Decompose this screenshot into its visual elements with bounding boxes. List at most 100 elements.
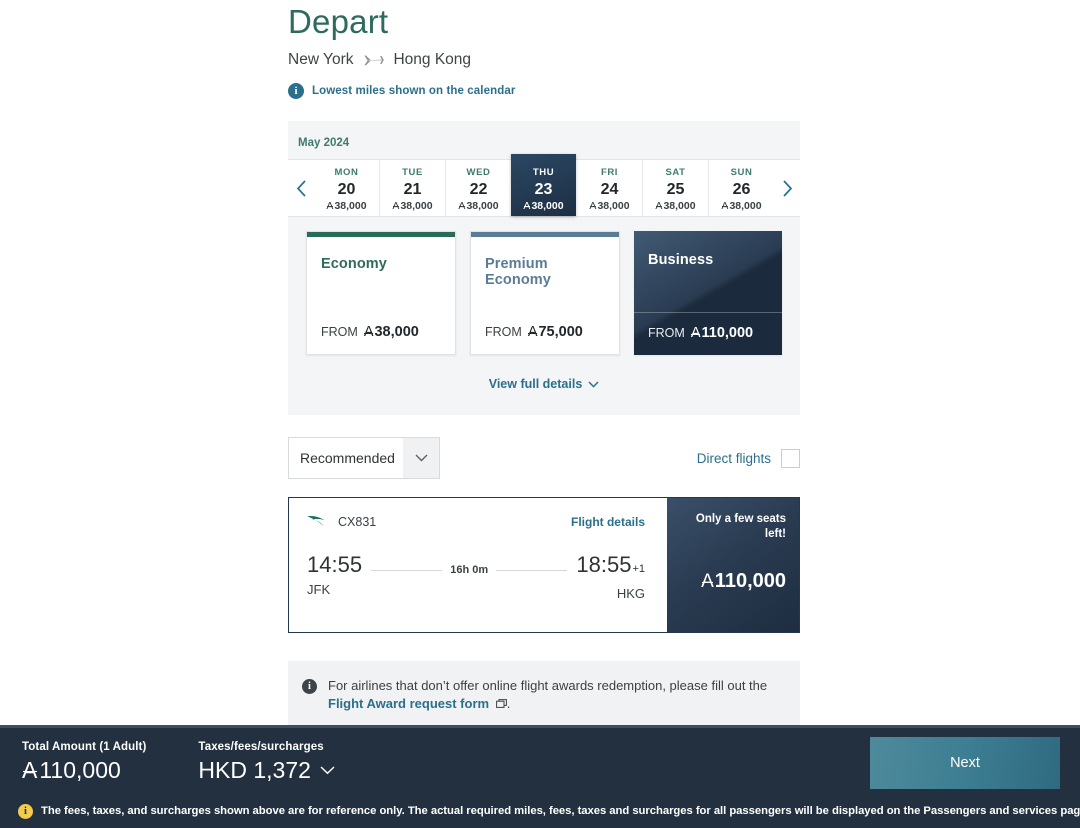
cabin-price-value: 110,000 [701,325,754,341]
sort-select[interactable]: Recommended [288,437,440,479]
seats-left-notice: Only a few seats left! [695,513,786,540]
calendar-day-miles-value: 38,000 [597,200,630,212]
calendar-day-number: 20 [337,181,356,198]
bottom-bar-main: Total Amount (1 Adult) A 110,000 Taxes/fe… [0,728,1080,797]
calendar-day-22[interactable]: WED 22 A 38,000 [445,160,511,216]
calendar-day-24[interactable]: FRI 24 A 38,000 [576,160,642,216]
calendar-day-miles-value: 38,000 [400,200,433,212]
cabin-from-label: FROM [321,325,358,339]
notice-text-after: . [506,696,511,711]
duration-line-left [371,569,443,571]
direct-flights-label[interactable]: Direct flights [697,451,771,466]
disclaimer-text: The fees, taxes, and surcharges shown ab… [41,805,1080,817]
departure-block: 14:55 JFK [307,552,362,597]
view-full-details-label: View full details [488,377,583,391]
taxes-value: HKD 1,372 [198,757,311,783]
origin-city: New York [288,51,354,68]
direct-flights-filter: Direct flights [697,448,800,468]
calendar-day-dow: FRI [600,167,619,178]
calendar-day-number: 26 [732,181,751,198]
calendar-day-miles: A 38,000 [314,200,379,212]
info-circle-icon: i [288,83,304,99]
bottom-summary-bar: Total Amount (1 Adult) A 110,000 Taxes/fe… [0,725,1080,828]
calendar-day-number: 21 [403,181,422,198]
view-details-row: View full details [288,355,800,415]
flight-price-value: 110,000 [714,570,786,592]
calendar-day-dow: SUN [730,167,753,178]
calendar-day-miles: A 38,000 [511,200,576,212]
cabin-price-row: FROM A 38,000 [307,324,455,354]
total-amount-label: Total Amount (1 Adult) [22,741,147,753]
arrival-block: 18:55 +1 HKG [576,552,645,601]
flight-result-card[interactable]: CX831 Flight details 14:55 JFK 16h 0m 18… [288,497,800,633]
next-button[interactable]: Next [870,736,1060,789]
calendar-day-miles-value: 38,000 [729,200,762,212]
page-title: Depart [288,3,389,40]
award-request-notice-text: For airlines that don’t offer online fli… [328,677,782,713]
calendar-day-miles-value: 38,000 [334,200,367,212]
info-circle-icon: i [18,803,33,819]
route-summary: New York Hong Kong [288,51,800,69]
calendar-day-number: 25 [666,181,685,198]
lowest-miles-text: Lowest miles shown on the calendar [312,85,516,97]
flight-times: 14:55 JFK 16h 0m 18:55 +1 HKG [307,552,645,601]
asia-miles-symbol: A [22,757,38,783]
direct-flights-checkbox[interactable] [781,448,800,468]
cabin-price: A 110,000 [691,325,753,341]
asia-miles-symbol: A [523,200,531,212]
flight-price: A 110,000 [680,570,786,593]
cabin-card-economy[interactable]: Economy FROM A 38,000 [306,231,456,355]
cabin-price: A 75,000 [528,324,583,340]
asia-miles-symbol: A [589,200,597,212]
cabin-cards: Economy FROM A 38,000 Premium Economy FROM A 75… [288,217,800,355]
calendar-day-miles: A 38,000 [643,200,708,212]
calendar-days: MON 20 A 38,000 TUE 21 A 38,000 WED 22 A 38,000 THU 2… [314,154,774,216]
calendar-day-25[interactable]: SAT 25 A 38,000 [642,160,708,216]
cabin-price-value: 38,000 [374,324,419,340]
cabin-from-label: FROM [485,325,522,339]
calendar-day-23[interactable]: THU 23 A 38,000 [511,154,576,216]
departure-time: 14:55 [307,552,363,577]
arrival-time: 18:55 [576,552,632,577]
calendar-panel: May 2024 MON 20 A 38,000 TUE 21 A 38,000 WED 22 A 3… [288,121,800,415]
calendar-strip: MON 20 A 38,000 TUE 21 A 38,000 WED 22 A 38,000 THU 2… [288,154,800,217]
calendar-day-number: 24 [600,181,619,198]
filter-row: Recommended Direct flights [288,437,800,479]
destination-city: Hong Kong [393,51,472,68]
chevron-down-icon [588,380,599,388]
flight-duration: 16h 0m [362,564,576,576]
asia-miles-symbol: A [392,200,400,212]
asia-miles-symbol: A [326,200,334,212]
taxes-value-row[interactable]: HKD 1,372 [198,756,335,784]
asia-miles-symbol: A [363,324,374,340]
sort-select-value: Recommended [300,450,395,466]
asia-miles-symbol: A [701,570,714,592]
calendar-day-20[interactable]: MON 20 A 38,000 [314,160,379,216]
taxes-block: Taxes/fees/surcharges HKD 1,372 [198,741,335,784]
flight-details-link[interactable]: Flight details [571,515,645,529]
cabin-card-premium-economy[interactable]: Premium Economy FROM A 75,000 [470,231,620,355]
chevron-down-icon [403,438,439,478]
cabin-card-business[interactable]: Business FROM A 110,000 [634,231,782,355]
info-circle-icon: i [302,679,317,694]
calendar-day-miles-value: 38,000 [531,200,564,212]
asia-miles-symbol: A [690,325,701,341]
award-request-notice: i For airlines that don’t offer online f… [288,661,800,729]
flight-price-panel[interactable]: Only a few seats left! A 110,000 [667,498,799,632]
calendar-day-miles: A 38,000 [709,200,774,212]
calendar-day-26[interactable]: SUN 26 A 38,000 [708,160,774,216]
calendar-day-21[interactable]: TUE 21 A 38,000 [379,160,445,216]
view-full-details-link[interactable]: View full details [489,377,600,391]
calendar-day-number: 22 [469,181,488,198]
total-amount-block: Total Amount (1 Adult) A 110,000 [22,741,146,784]
flight-award-request-form-link[interactable]: Flight Award request form [328,696,489,711]
calendar-day-dow: MON [334,167,359,178]
duration-line-right [496,569,568,571]
cabin-price-value: 75,000 [538,324,583,340]
duration-label: 16h 0m [450,564,489,576]
arrival-airport: HKG [616,586,645,601]
calendar-next-arrow[interactable] [774,160,800,216]
calendar-prev-arrow[interactable] [288,160,314,216]
depart-page: Depart New York Hong Kong i Lowest miles… [0,0,1080,828]
calendar-day-miles-value: 38,000 [466,200,499,212]
